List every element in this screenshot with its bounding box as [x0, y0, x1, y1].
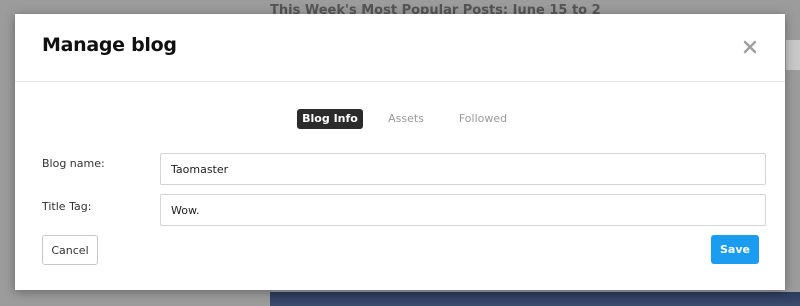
- blog-name-label: Blog name:: [42, 157, 105, 170]
- tab-blog-info[interactable]: Blog Info: [297, 109, 363, 129]
- modal-header: Manage blog: [15, 14, 785, 82]
- close-icon[interactable]: [740, 37, 760, 57]
- save-button[interactable]: Save: [711, 235, 759, 264]
- background-image: [270, 292, 800, 306]
- cancel-button[interactable]: Cancel: [42, 235, 98, 265]
- title-tag-input[interactable]: [160, 194, 766, 226]
- tab-bar: Blog Info Assets Followed: [15, 109, 785, 129]
- title-tag-label: Title Tag:: [42, 200, 92, 213]
- tab-assets[interactable]: Assets: [383, 109, 429, 129]
- manage-blog-modal: Manage blog Blog Info Assets Followed Bl…: [15, 14, 785, 290]
- tab-followed[interactable]: Followed: [455, 109, 511, 129]
- background-side-panel: [786, 40, 800, 70]
- blog-name-input[interactable]: [160, 153, 766, 185]
- modal-title: Manage blog: [42, 34, 177, 56]
